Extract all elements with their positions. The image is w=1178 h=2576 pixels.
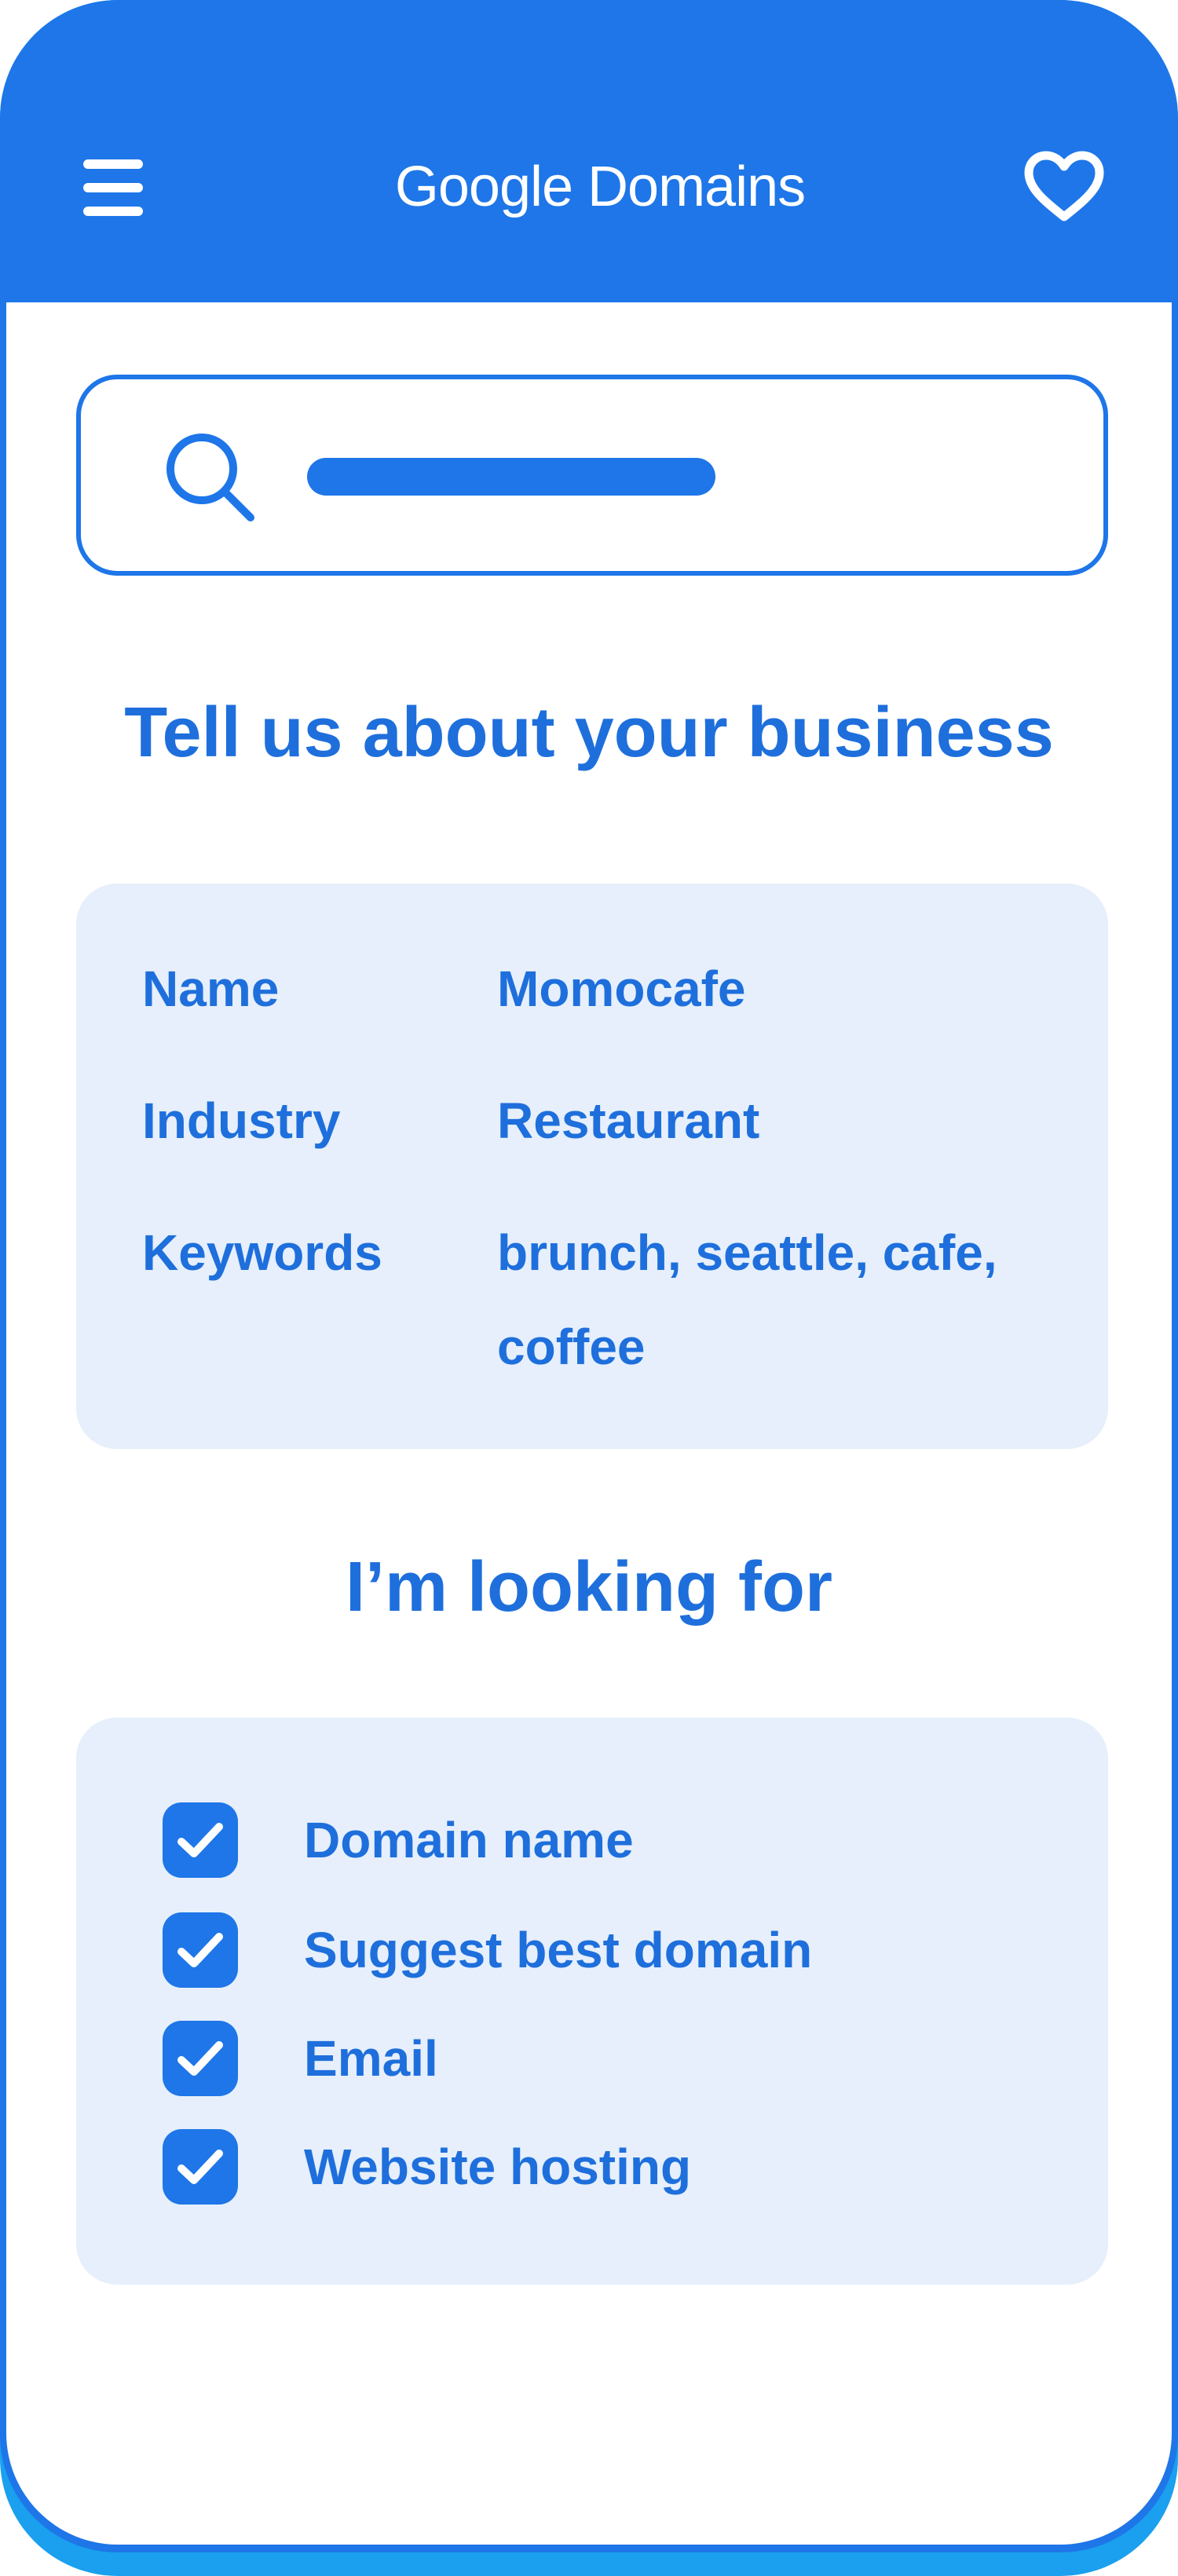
menu-line [83, 183, 143, 192]
app-header: Google Domains [0, 0, 1178, 302]
phone-frame: Google Domains Tell us about your busine… [0, 0, 1178, 2576]
hamburger-menu-icon[interactable] [83, 159, 143, 216]
business-info-card: Name Momocafe Industry Restaurant Keywor… [76, 884, 1108, 1449]
option-label: Email [304, 2030, 438, 2087]
option-domain-name[interactable]: Domain name [76, 1802, 1108, 1878]
looking-for-card: Domain name Suggest best domain Email We… [76, 1718, 1108, 2285]
menu-line [83, 207, 143, 216]
menu-line [83, 159, 143, 169]
info-label: Keywords [142, 1224, 382, 1281]
check-icon [177, 1933, 223, 1967]
search-input[interactable] [76, 375, 1108, 576]
checkbox[interactable] [163, 1912, 238, 1988]
looking-for-section-title: I’m looking for [346, 1548, 832, 1626]
info-label: Name [142, 961, 280, 1017]
info-value: Momocafe [497, 961, 746, 1017]
phone-body: Google Domains Tell us about your busine… [0, 0, 1178, 2552]
check-icon [177, 2041, 223, 2076]
option-email[interactable]: Email [76, 2021, 1108, 2096]
option-label: Website hosting [304, 2139, 692, 2195]
checkbox[interactable] [163, 2129, 238, 2205]
business-section-title: Tell us about your business [124, 693, 1054, 772]
app-title: Google Domains [394, 156, 806, 218]
info-value: brunch, seattle, cafe, coffee [497, 1224, 997, 1375]
check-icon [177, 2150, 223, 2184]
app-screen: Tell us about your business Name Momocaf… [6, 302, 1172, 2545]
option-label: Suggest best domain [304, 1922, 813, 1978]
checkbox[interactable] [163, 1802, 238, 1878]
info-value: Restaurant [497, 1092, 760, 1149]
checkbox[interactable] [163, 2021, 238, 2096]
option-label: Domain name [304, 1812, 634, 1868]
check-icon [177, 1823, 223, 1857]
info-label: Industry [142, 1092, 341, 1149]
heart-icon[interactable] [1023, 149, 1106, 225]
search-icon [159, 426, 260, 527]
search-placeholder-bar [307, 458, 715, 496]
option-suggest-best-domain[interactable]: Suggest best domain [76, 1912, 1108, 1988]
option-website-hosting[interactable]: Website hosting [76, 2129, 1108, 2205]
